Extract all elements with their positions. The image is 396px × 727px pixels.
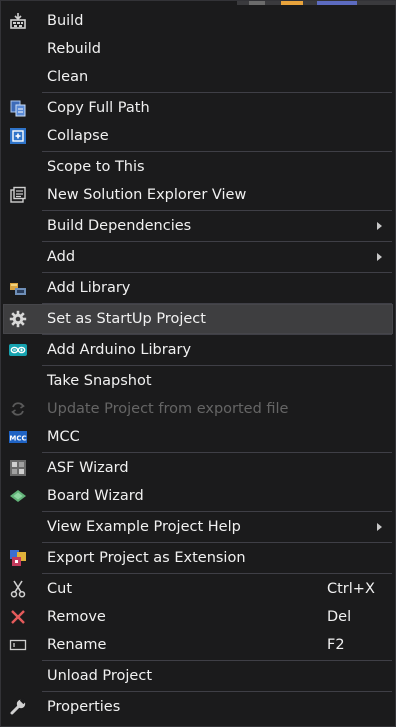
- menu-item-label: Remove: [47, 609, 106, 625]
- submenu-arrow-icon: [377, 523, 382, 531]
- menu-separator: [42, 691, 392, 692]
- new-window-icon: [9, 186, 27, 204]
- refresh-icon: [9, 400, 27, 418]
- menu-item-label: Scope to This: [47, 159, 145, 175]
- menu-separator: [42, 92, 392, 93]
- menu-item-label: Build: [47, 13, 84, 29]
- menu-item-label: Unload Project: [47, 668, 153, 684]
- background-window-strip: [237, 1, 396, 5]
- menu-item-add[interactable]: Add: [4, 243, 392, 271]
- menu-separator: [42, 151, 392, 152]
- menu-item-label: Rebuild: [47, 41, 101, 57]
- menu-separator: [42, 334, 392, 335]
- menu-item-export-project-as-extension[interactable]: Export Project as Extension: [4, 544, 392, 572]
- collapse-icon: [9, 127, 27, 145]
- asf-wizard-icon: [9, 459, 27, 477]
- menu-item-build[interactable]: Build: [4, 7, 392, 35]
- menu-item-rebuild[interactable]: Rebuild: [4, 35, 392, 63]
- menu-item-label: View Example Project Help: [47, 519, 241, 535]
- menu-item-label: New Solution Explorer View: [47, 187, 247, 203]
- menu-item-label: Build Dependencies: [47, 218, 192, 234]
- menu-item-label: Add Arduino Library: [47, 342, 192, 358]
- menu-item-update-project: Update Project from exported file: [4, 395, 392, 423]
- menu-item-label: Update Project from exported file: [47, 401, 289, 417]
- menu-separator: [42, 365, 392, 366]
- shortcut-label: Ctrl+X: [327, 581, 375, 597]
- menu-item-label: Board Wizard: [47, 488, 144, 504]
- menu-item-label: Collapse: [47, 128, 109, 144]
- menu-item-new-solution-explorer-view[interactable]: New Solution Explorer View: [4, 181, 392, 209]
- menu-item-asf-wizard[interactable]: ASF Wizard: [4, 454, 392, 482]
- menu-item-label: Add: [47, 249, 76, 265]
- submenu-arrow-icon: [377, 222, 382, 230]
- menu-separator: [42, 241, 392, 242]
- arduino-icon: [9, 341, 27, 359]
- shortcut-label: F2: [327, 637, 345, 653]
- menu-item-collapse[interactable]: Collapse: [4, 122, 392, 150]
- menu-item-board-wizard[interactable]: Board Wizard: [4, 482, 392, 510]
- menu-item-mcc[interactable]: MCC MCC: [4, 423, 392, 451]
- rename-icon: [9, 636, 27, 654]
- export-icon: [9, 549, 27, 567]
- scissors-icon: [9, 580, 27, 598]
- wrench-icon: [9, 698, 27, 716]
- menu-item-unload-project[interactable]: Unload Project: [4, 662, 392, 690]
- menu-item-label: Add Library: [47, 280, 131, 296]
- menu-item-clean[interactable]: Clean: [4, 63, 392, 91]
- board-icon: [9, 487, 27, 505]
- menu-item-set-as-startup-project[interactable]: Set as StartUp Project: [3, 304, 393, 334]
- menu-item-label: Rename: [47, 637, 107, 653]
- menu-item-label: MCC: [47, 429, 80, 445]
- menu-item-copy-full-path[interactable]: Copy Full Path: [4, 94, 392, 122]
- menu-separator: [42, 542, 392, 543]
- shortcut-label: Del: [327, 609, 352, 625]
- menu-item-scope-to-this[interactable]: Scope to This: [4, 153, 392, 181]
- menu-item-label: Set as StartUp Project: [47, 311, 206, 327]
- menu-item-cut[interactable]: Cut Ctrl+X: [4, 575, 392, 603]
- submenu-arrow-icon: [377, 253, 382, 261]
- build-icon: [9, 12, 27, 30]
- gear-icon: [9, 310, 27, 328]
- library-icon: [9, 279, 27, 297]
- context-menu: Build Rebuild Clean Copy Full Path Colla…: [0, 0, 396, 727]
- copy-icon: [9, 99, 27, 117]
- menu-separator: [42, 210, 392, 211]
- menu-item-take-snapshot[interactable]: Take Snapshot: [4, 367, 392, 395]
- menu-separator: [42, 303, 392, 304]
- menu-separator: [42, 660, 392, 661]
- menu-item-label: Cut: [47, 581, 72, 597]
- mcc-icon: MCC: [9, 428, 27, 446]
- svg-text:MCC: MCC: [9, 434, 26, 442]
- menu-item-add-library[interactable]: Add Library: [4, 274, 392, 302]
- menu-item-add-arduino-library[interactable]: Add Arduino Library: [4, 336, 392, 364]
- menu-separator: [42, 452, 392, 453]
- menu-item-view-example-project-help[interactable]: View Example Project Help: [4, 513, 392, 541]
- menu-item-rename[interactable]: Rename F2: [4, 631, 392, 659]
- menu-item-properties[interactable]: Properties: [4, 693, 392, 721]
- menu-separator: [42, 573, 392, 574]
- menu-item-remove[interactable]: Remove Del: [4, 603, 392, 631]
- menu-item-label: Properties: [47, 699, 121, 715]
- menu-item-build-dependencies[interactable]: Build Dependencies: [4, 212, 392, 240]
- menu-item-label: Clean: [47, 69, 89, 85]
- menu-item-label: Copy Full Path: [47, 100, 150, 116]
- remove-icon: [9, 608, 27, 626]
- menu-item-label: Take Snapshot: [47, 373, 152, 389]
- menu-item-label: Export Project as Extension: [47, 550, 246, 566]
- menu-separator: [42, 272, 392, 273]
- menu-separator: [42, 511, 392, 512]
- menu-item-label: ASF Wizard: [47, 460, 129, 476]
